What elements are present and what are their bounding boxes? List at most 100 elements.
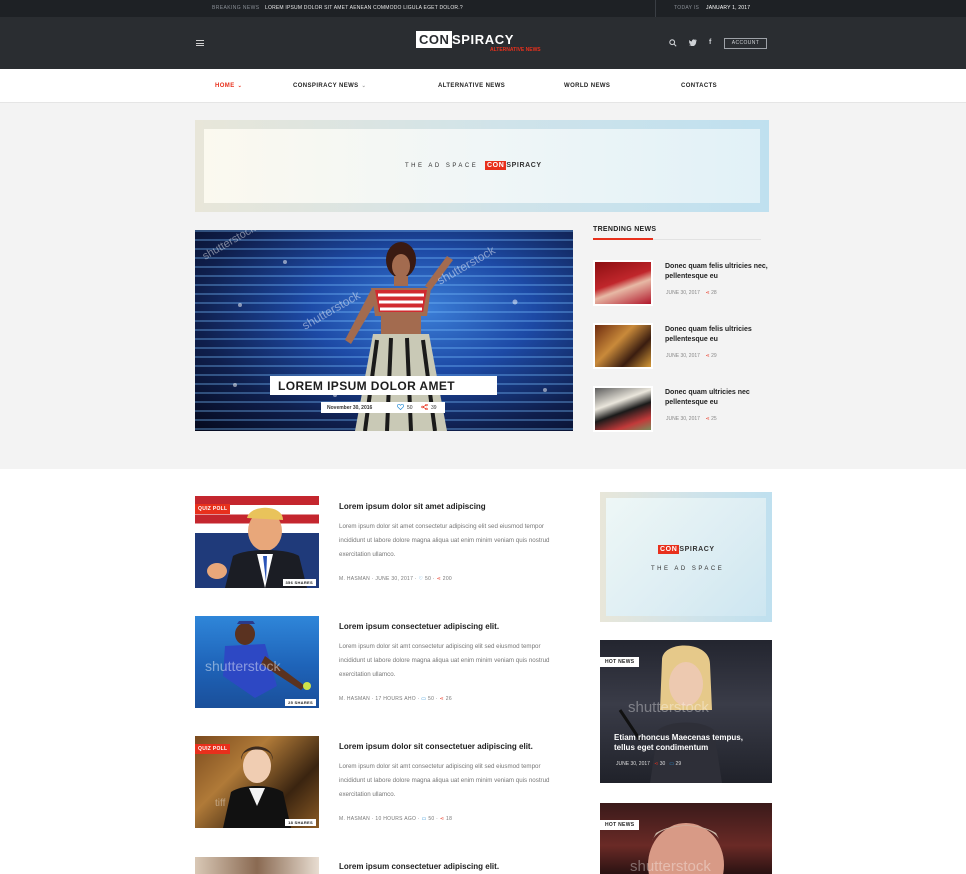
breaking-news-label: BREAKING NEWS — [212, 5, 260, 11]
trending-thumbnail — [593, 260, 653, 306]
article-title[interactable]: Lorem ipsum consectetuer adipiscing elit… — [339, 622, 499, 631]
trending-item[interactable]: Donec quam ultricies nec pellentesque eu… — [593, 386, 768, 432]
article-likes: 50 — [428, 816, 435, 822]
main-nav: HOME ⌄ CONSPIRACY NEWS ⌄ ALTERNATIVE NEWS … — [0, 69, 966, 103]
article-likes: 50 — [428, 696, 435, 702]
nav-item-alternative-news[interactable]: ALTERNATIVE NEWS — [438, 83, 505, 89]
trending-item-shares: 25 — [711, 416, 717, 422]
site-header: CON SPIRACY ALTERNATIVE NEWS f ACCOUNT — [0, 17, 966, 69]
logo-tagline: ALTERNATIVE NEWS — [490, 47, 541, 53]
account-button[interactable]: ACCOUNT — [724, 38, 767, 49]
side-ad-banner[interactable]: CON SPIRACY THE AD SPACE — [600, 492, 772, 622]
article-title[interactable]: Lorem ipsum consectetuer adipiscing elit… — [339, 862, 499, 871]
svg-text:tiff: tiff — [215, 798, 226, 809]
article-author[interactable]: M. HASMAN — [339, 816, 370, 822]
article-item[interactable]: tiff QUIZ POLL 18 SHARES Lorem ipsum dol… — [195, 736, 575, 828]
article-likes: 50 — [425, 576, 432, 582]
share-icon[interactable] — [421, 403, 428, 412]
article-date: 17 HOURS AHO — [375, 696, 416, 702]
trending-item-shares: 29 — [711, 353, 717, 359]
today-date: JANUARY 1, 2017 — [706, 5, 751, 11]
ad-space-text: THE AD SPACE — [651, 566, 725, 572]
comment-icon[interactable]: ▭ — [669, 761, 674, 767]
article-title[interactable]: Lorem ipsum dolor sit amet adipiscing — [339, 502, 486, 511]
trending-item[interactable]: Donec quam felis ultricies nec, pellente… — [593, 260, 768, 306]
shares-badge: 356 SHARES — [282, 579, 316, 586]
article-image: QUIZ POLL 356 SHARES — [195, 496, 319, 588]
trending-item-shares: 28 — [711, 290, 717, 296]
ad-logo: CON SPIRACY — [485, 161, 542, 170]
heart-icon[interactable] — [397, 403, 404, 412]
article-date: 10 HOURS AGO — [375, 816, 417, 822]
hot-news-card[interactable]: shutterstock HOT NEWS Etiam rhoncus Maec… — [600, 640, 772, 783]
trending-item[interactable]: Donec quam felis ultricies pellentesque … — [593, 323, 768, 369]
nav-item-conspiracy-news[interactable]: CONSPIRACY NEWS ⌄ — [293, 83, 366, 89]
trending-thumbnail — [593, 386, 653, 432]
article-shares: 26 — [445, 696, 452, 702]
comment-icon[interactable]: ▭ — [421, 696, 426, 702]
topbar-divider — [655, 0, 656, 17]
article-author[interactable]: M. HASMAN — [339, 696, 370, 702]
hot-news-comments: 29 — [675, 761, 682, 767]
article-meta: M. HASMAN · 17 HOURS AHO · ▭ 50 · ⋖ 26 — [339, 696, 452, 702]
article-meta: M. HASMAN · JUNE 30, 2017 · ♡ 50 · ⋖ 200 — [339, 576, 453, 582]
trending-item-title[interactable]: Donec quam felis ultricies nec, pellente… — [665, 262, 770, 282]
hot-news-card[interactable]: shutterstock HOT NEWS — [600, 803, 772, 874]
hero-likes: 50 — [407, 405, 413, 411]
hot-news-badge: HOT NEWS — [600, 657, 640, 667]
twitter-icon[interactable] — [688, 39, 697, 48]
article-shares: 200 — [442, 576, 453, 582]
article-item[interactable]: QUIZ POLL 356 SHARES Lorem ipsum dolor s… — [195, 496, 575, 588]
breaking-news-ticker[interactable]: LOREM IPSUM DOLOR SIT AMET AENEAN COMMOD… — [265, 5, 463, 11]
share-icon[interactable]: ⋖ — [705, 416, 709, 422]
share-icon[interactable]: ⋖ — [437, 576, 442, 582]
heart-icon[interactable]: ♡ — [419, 576, 424, 582]
nav-item-label: ALTERNATIVE NEWS — [438, 83, 506, 89]
article-image: shutterstock 25 SHARES — [195, 616, 319, 708]
trending-divider — [593, 238, 761, 240]
article-meta: M. HASMAN · 10 HOURS AGO · ▭ 50 · ⋖ 18 — [339, 816, 453, 822]
ad-logo-spiracy: SPIRACY — [506, 162, 542, 169]
chevron-down-icon: ⌄ — [361, 83, 367, 89]
article-excerpt: Lorem ipsum dolor sit amet consectetur a… — [339, 523, 550, 558]
trending-item-meta: JUNE 30, 2017 ⋖ 28 — [666, 290, 717, 296]
search-icon[interactable] — [669, 39, 677, 49]
nav-item-world-news[interactable]: WORLD NEWS — [564, 83, 610, 89]
hero-feature[interactable]: shutterstock shutterstock shutterstock L… — [195, 230, 573, 431]
article-item[interactable]: Lorem ipsum consectetuer adipiscing elit… — [195, 857, 575, 874]
trending-item-title[interactable]: Donec quam felis ultricies pellentesque … — [665, 325, 770, 345]
hot-news-image: shutterstock — [630, 823, 724, 874]
article-author[interactable]: M. HASMAN — [339, 576, 370, 582]
top-ad-banner[interactable]: THE AD SPACE CON SPIRACY — [195, 120, 769, 212]
chevron-down-icon: ⌄ — [237, 83, 243, 89]
menu-icon[interactable] — [196, 40, 204, 47]
article-image — [195, 857, 319, 874]
logo-spiracy: SPIRACY — [452, 32, 514, 47]
svg-text:shutterstock: shutterstock — [628, 699, 709, 716]
comment-icon[interactable]: ▭ — [422, 816, 427, 822]
hot-news-title[interactable]: Etiam rhoncus Maecenas tempus, tellus eg… — [614, 733, 764, 753]
share-icon[interactable]: ⋖ — [705, 353, 709, 359]
article-excerpt: Lorem ipsum dolor sit amt consectetur ad… — [339, 643, 550, 678]
ad-logo-con: CON — [658, 545, 680, 554]
trending-item-title[interactable]: Donec quam ultricies nec pellentesque eu — [665, 388, 770, 408]
share-icon[interactable]: ⋖ — [705, 290, 709, 296]
nav-item-label: WORLD NEWS — [564, 83, 611, 89]
nav-item-home[interactable]: HOME ⌄ — [215, 83, 242, 89]
article-title[interactable]: Lorem ipsum dolor sit consectetuer adipi… — [339, 742, 533, 751]
share-icon[interactable]: ⋖ — [654, 761, 658, 767]
shares-badge: 18 SHARES — [285, 819, 316, 826]
quiz-poll-badge: QUIZ POLL — [195, 504, 231, 514]
hot-news-shares: 30 — [659, 761, 666, 767]
top-bar: BREAKING NEWS LOREM IPSUM DOLOR SIT AMET… — [0, 0, 966, 17]
facebook-icon[interactable]: f — [709, 39, 711, 46]
today-label: TODAY IS — [674, 5, 700, 11]
share-icon[interactable]: ⋖ — [440, 816, 445, 822]
article-item[interactable]: shutterstock 25 SHARES Lorem ipsum conse… — [195, 616, 575, 708]
shares-badge: 25 SHARES — [285, 699, 316, 706]
share-icon[interactable]: ⋖ — [440, 696, 445, 702]
hero-title[interactable]: LOREM IPSUM DOLOR AMET — [278, 379, 455, 393]
hero-shares: 39 — [431, 405, 437, 411]
hot-news-badge: HOT NEWS — [600, 820, 640, 830]
nav-item-contacts[interactable]: CONTACTS — [681, 83, 717, 89]
